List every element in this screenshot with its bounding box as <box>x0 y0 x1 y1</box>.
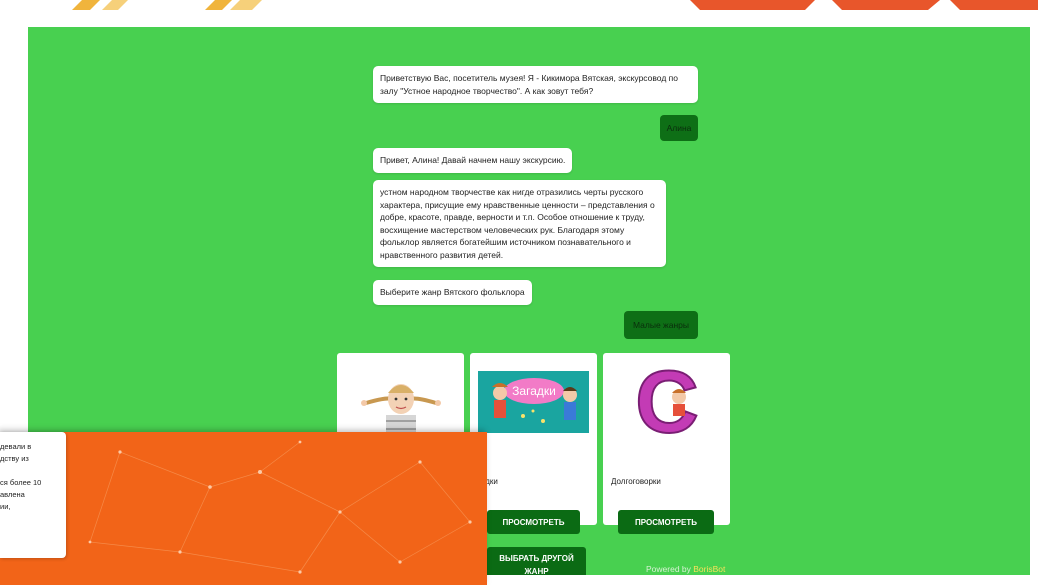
card-title-tongue-twisters: Долгоговорки <box>611 477 661 486</box>
letter-s-glyph: С <box>635 357 699 447</box>
partial-line-1: девали в <box>0 442 32 451</box>
partial-text-bubble: девали в дству из ся более 10 авлена ии, <box>0 432 66 558</box>
partial-line-2: дству из <box>0 454 29 463</box>
user-message-genre: Малые жанры <box>624 311 698 339</box>
bot-message-hello: Привет, Алина! Давай начнем нашу экскурс… <box>373 148 573 173</box>
genre-card-tongue-twisters: С Долгоговорки <box>603 353 730 525</box>
partial-line-5: авлена <box>0 490 25 499</box>
bot-message-choose-genre: Выберите жанр Вятского фольклора <box>373 280 532 305</box>
partial-line-6: ии, <box>0 502 11 511</box>
partial-line-4: ся более 10 <box>0 478 42 487</box>
view-tongue-twisters-button[interactable]: ПРОСМОТРЕТЬ <box>618 510 714 534</box>
letter-s-image: С <box>611 357 722 447</box>
powered-by-text: Powered by <box>646 564 694 574</box>
genre-card-riddles: Загадки гадки <box>470 353 597 525</box>
orange-slide-panel <box>0 432 487 585</box>
choose-other-genre-button[interactable]: ВЫБРАТЬ ДРУГОЙ ЖАНР <box>487 547 586 575</box>
slide-decor-stripes <box>72 0 1038 10</box>
borisbot-link[interactable]: BorisBot <box>693 564 725 574</box>
riddles-image-label: Загадки <box>512 384 556 398</box>
view-riddles-button[interactable]: ПРОСМОТРЕТЬ <box>487 510 580 534</box>
powered-by-footer: Powered by BorisBot <box>646 564 725 574</box>
partial-line-3 <box>0 465 66 477</box>
bot-message-greeting: Приветствую Вас, посетитель музея! Я - К… <box>373 66 698 103</box>
bot-message-info: устном народном творчестве как нигде отр… <box>373 180 666 267</box>
user-message-name: Алина <box>660 115 698 141</box>
riddles-image: Загадки <box>478 363 589 441</box>
girl-braids-image <box>345 363 456 441</box>
network-pattern <box>88 440 472 574</box>
